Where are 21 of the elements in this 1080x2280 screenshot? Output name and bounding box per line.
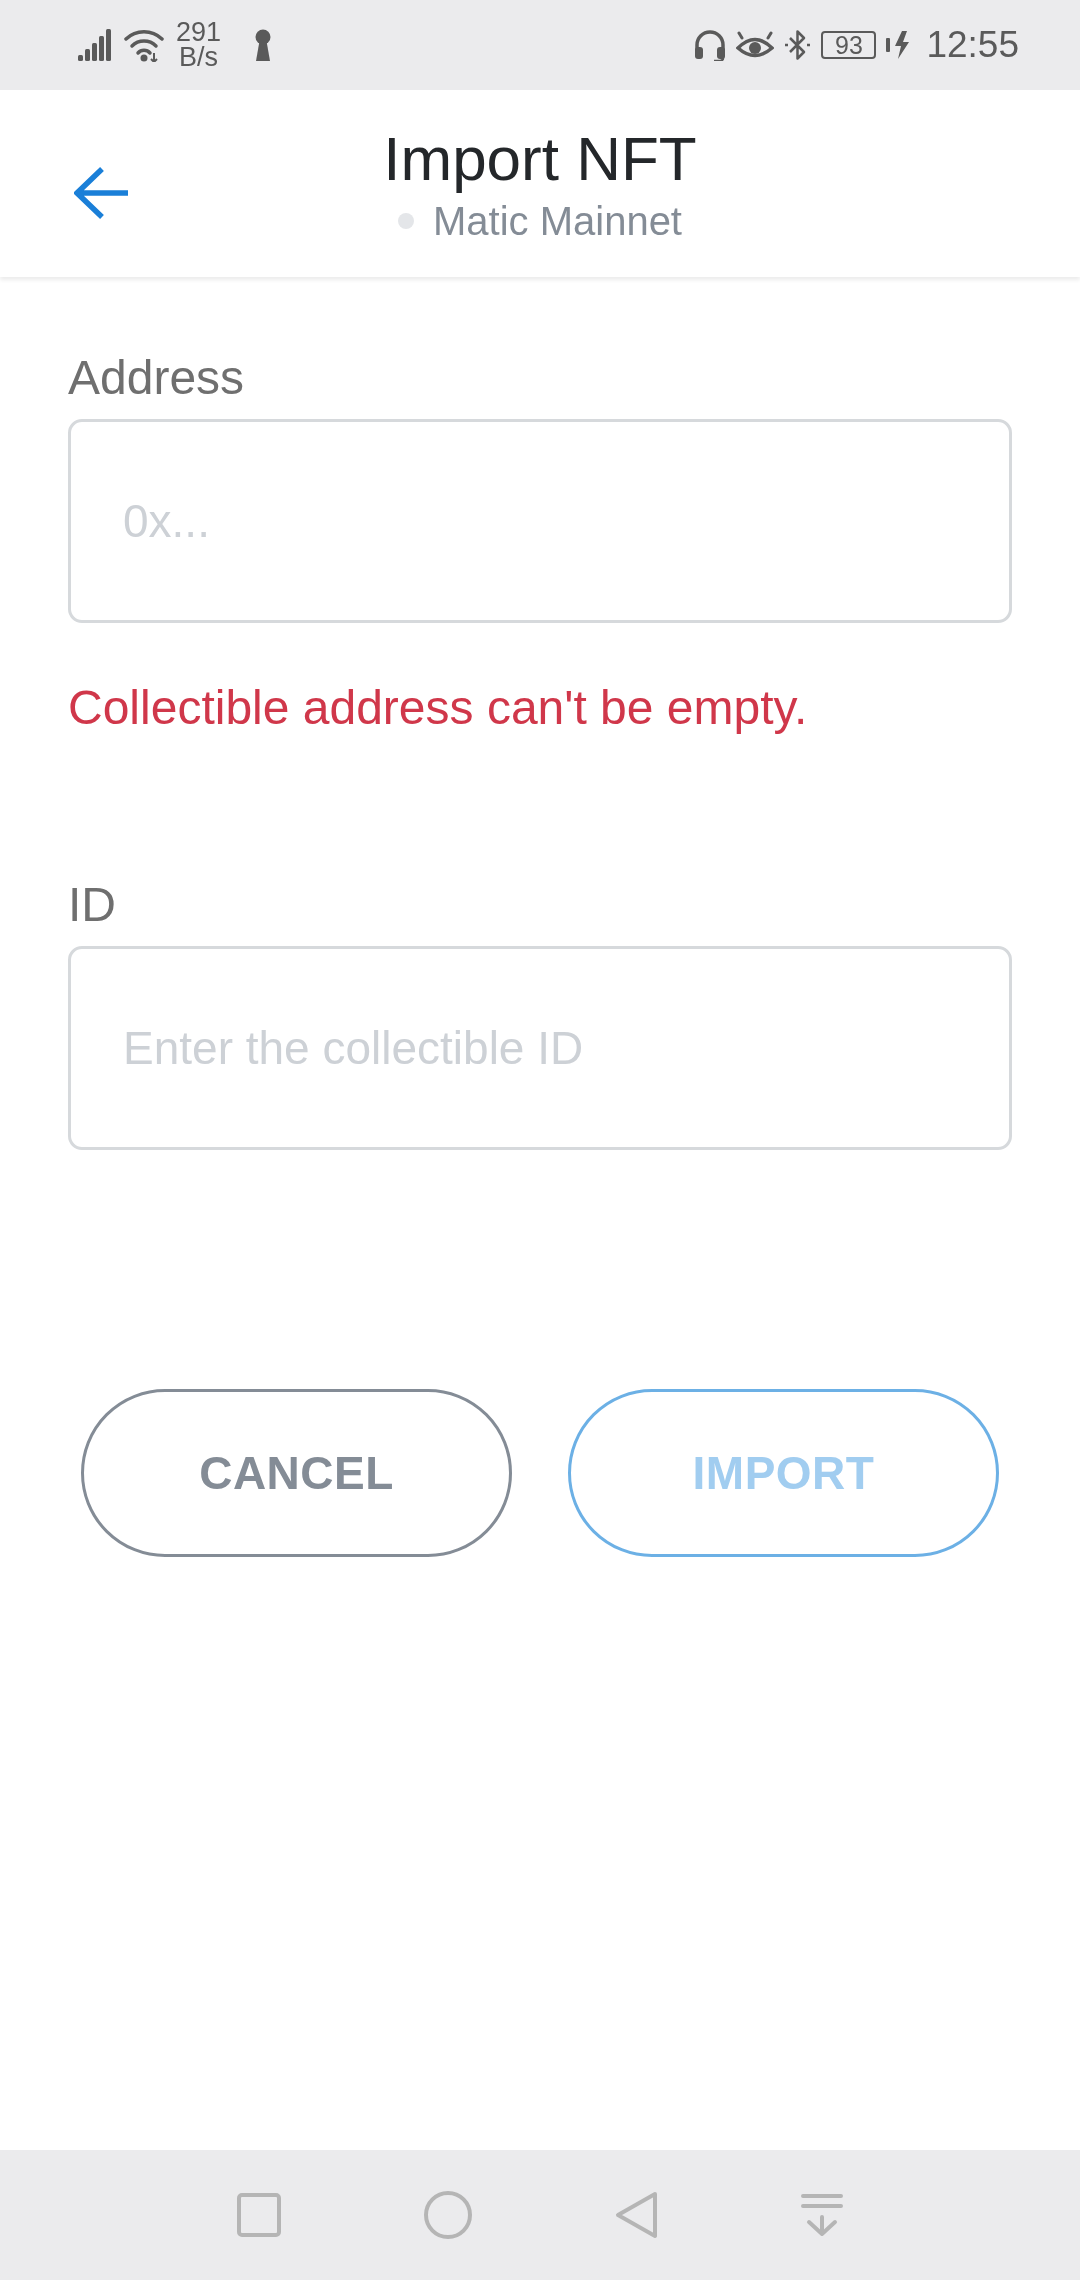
- page-title: Import NFT: [383, 122, 697, 194]
- back-arrow-icon: [74, 165, 128, 220]
- field-label: Address: [68, 350, 246, 406]
- headset-icon: [694, 29, 727, 61]
- network-name: Matic Mainnet: [433, 197, 682, 245]
- clock-time: 12:55: [926, 24, 1019, 66]
- circle-icon[interactable]: [424, 2191, 472, 2239]
- field-label: ID: [68, 877, 117, 933]
- battery-level: 93: [821, 31, 877, 59]
- network-status-dot-icon: [398, 212, 414, 229]
- back-triangle-icon[interactable]: [615, 2191, 658, 2239]
- network-speed-value: 291: [176, 20, 222, 45]
- signal-icon: [78, 29, 112, 61]
- square-icon[interactable]: [237, 2193, 281, 2237]
- bluetooth-icon: [784, 29, 812, 61]
- network-speed-unit: B/s: [179, 45, 219, 70]
- error-message: Collectible address can't be empty.: [68, 680, 809, 736]
- wifi-icon: [124, 28, 164, 62]
- lines-down-arrow-icon[interactable]: [801, 2193, 843, 2237]
- back-button[interactable]: [74, 165, 128, 220]
- cancel-button[interactable]: CANCEL: [81, 1389, 512, 1557]
